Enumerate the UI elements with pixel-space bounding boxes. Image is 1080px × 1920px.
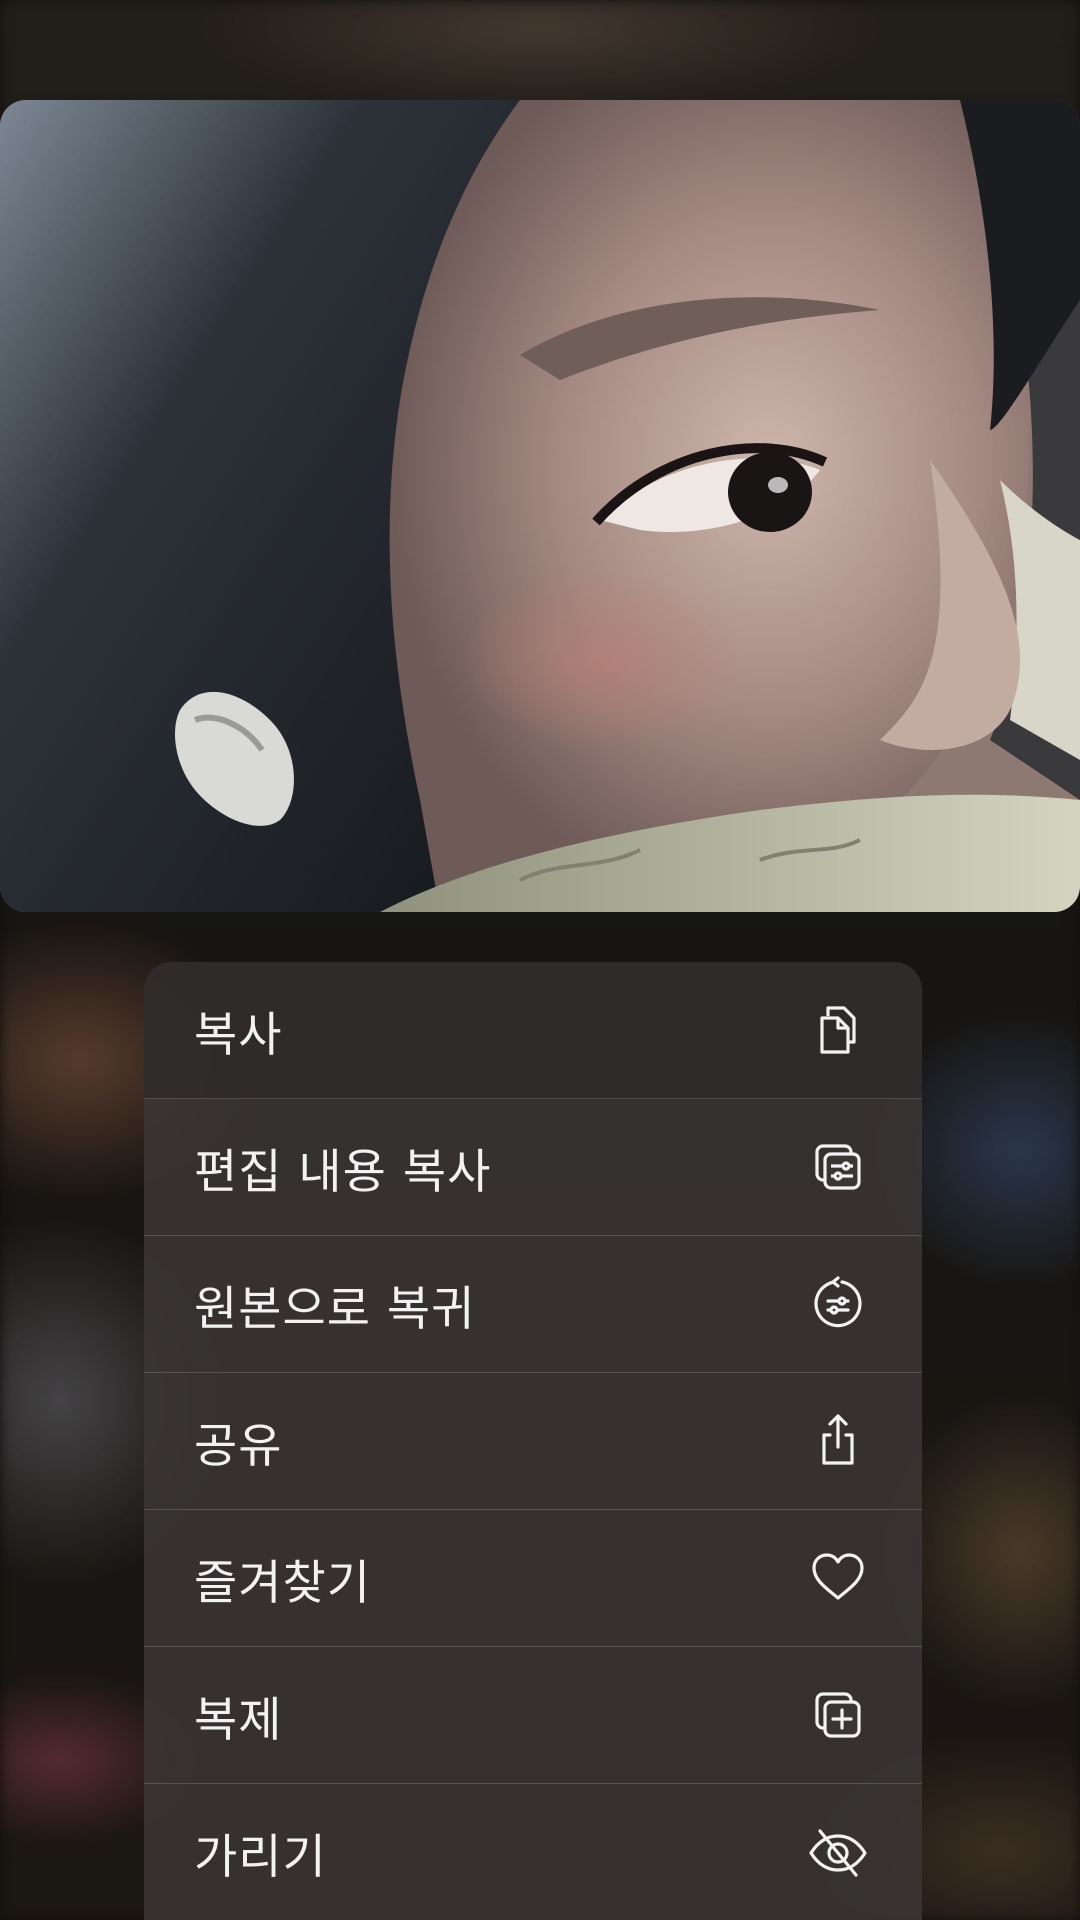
share-icon	[808, 1411, 868, 1471]
menu-item-copy[interactable]: 복사	[144, 962, 922, 1099]
context-menu: 복사 편집 내용 복사 원본으로 복귀 공유 즐겨찾기 복제 가리기	[144, 962, 922, 1920]
menu-item-label: 복사	[194, 1007, 283, 1063]
duplicate-icon	[808, 1685, 868, 1745]
menu-item-favorite[interactable]: 즐겨찾기	[144, 1510, 922, 1647]
photo-preview-image	[0, 100, 1080, 912]
menu-item-label: 원본으로 복귀	[194, 1281, 476, 1337]
menu-item-label: 공유	[194, 1418, 283, 1474]
menu-item-label: 즐겨찾기	[194, 1555, 371, 1611]
hide-eye-slash-icon	[808, 1823, 868, 1883]
heart-icon	[808, 1548, 868, 1608]
menu-item-duplicate[interactable]: 복제	[144, 1647, 922, 1784]
copy-edits-icon	[808, 1137, 868, 1197]
copy-icon	[808, 1000, 868, 1060]
photo-preview[interactable]	[0, 100, 1080, 912]
menu-item-copy-edits[interactable]: 편집 내용 복사	[144, 1099, 922, 1236]
revert-to-original-icon	[808, 1274, 868, 1334]
menu-item-hide[interactable]: 가리기	[144, 1784, 922, 1920]
menu-item-label: 복제	[194, 1692, 283, 1748]
menu-item-label: 가리기	[194, 1830, 327, 1885]
menu-item-revert[interactable]: 원본으로 복귀	[144, 1236, 922, 1373]
menu-item-label: 편집 내용 복사	[194, 1144, 492, 1200]
menu-item-share[interactable]: 공유	[144, 1373, 922, 1510]
photos-context-menu-screen: 복사 편집 내용 복사 원본으로 복귀 공유 즐겨찾기 복제 가리기	[0, 0, 1080, 1920]
